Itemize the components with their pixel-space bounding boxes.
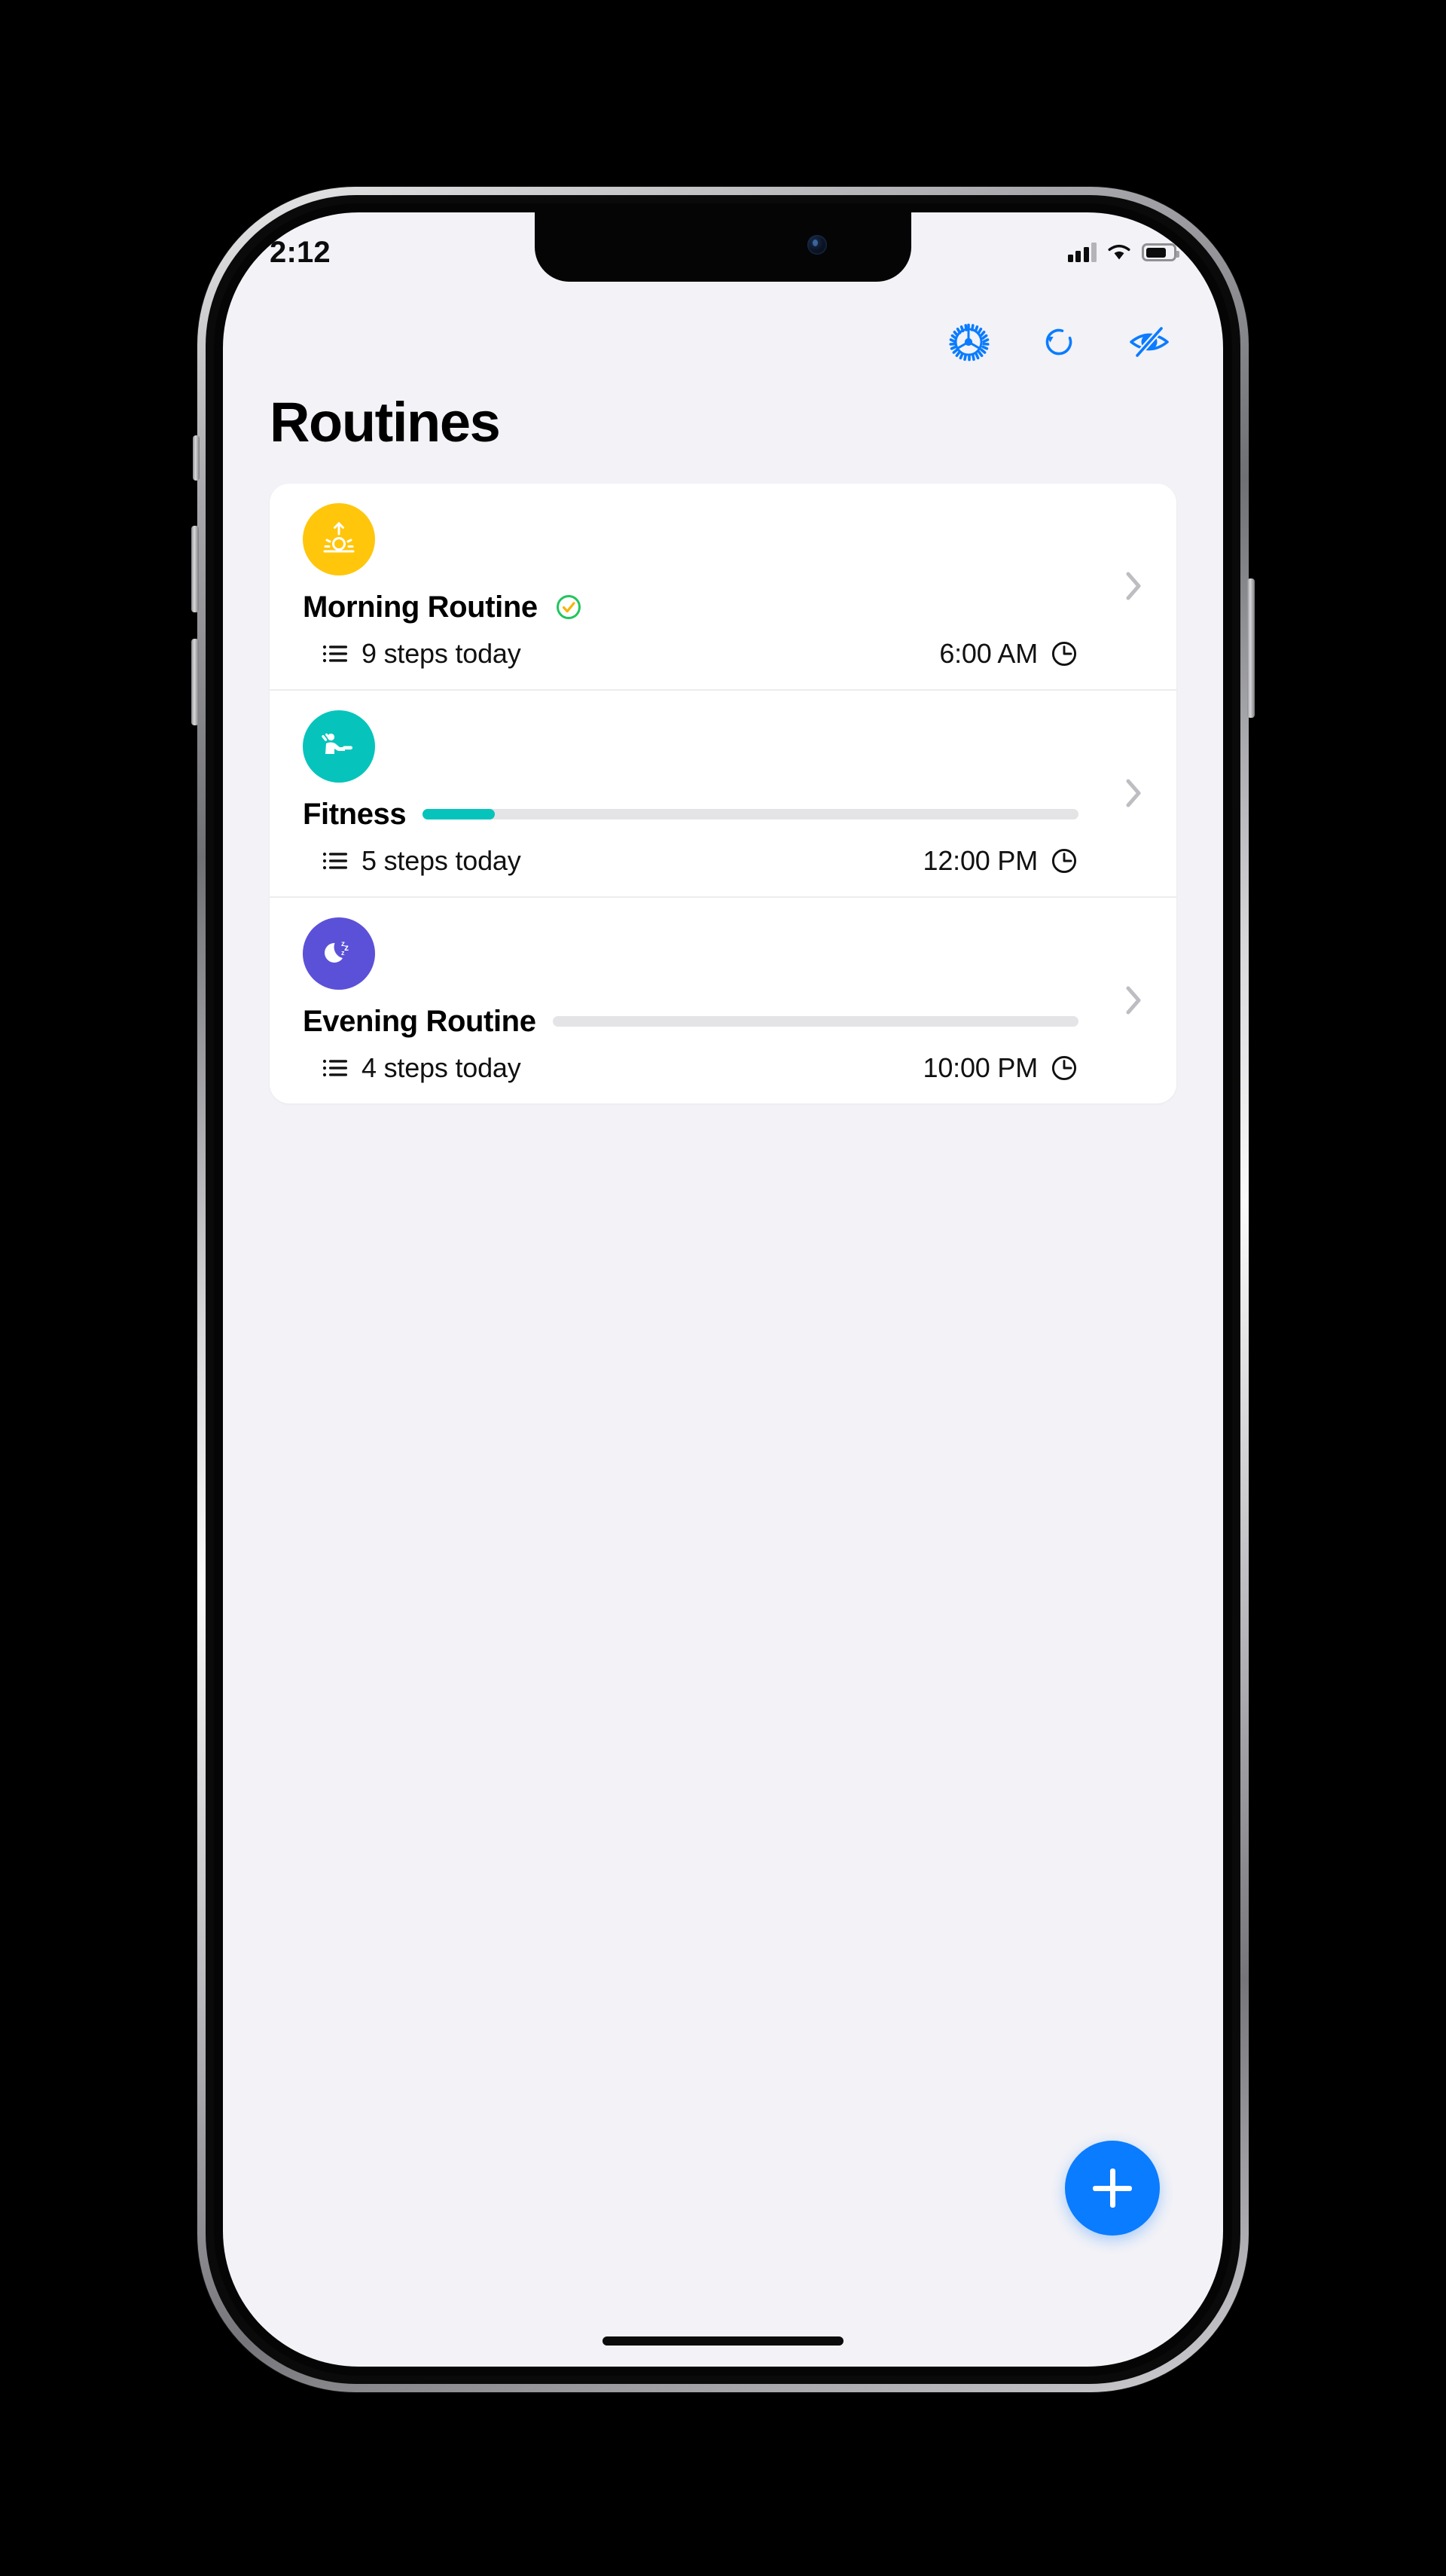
svg-text:z: z [341, 949, 345, 957]
routine-avatar [303, 710, 375, 783]
status-time: 2:12 [270, 235, 331, 269]
routine-name: Evening Routine [303, 1004, 536, 1038]
gear-icon [949, 323, 990, 362]
chevron-right-icon [1121, 981, 1146, 1020]
routine-title-line: Fitness [303, 798, 1143, 832]
routine-avatar [303, 502, 375, 575]
check-circle-icon [554, 593, 583, 621]
front-camera [807, 235, 827, 255]
clock-icon [1050, 1054, 1078, 1082]
wifi-icon [1108, 244, 1130, 260]
reset-circular-arrow-icon [1045, 328, 1072, 356]
routine-steps-label: 4 steps today [362, 1051, 521, 1083]
routine-row-morning[interactable]: Morning Routine 9 steps today 6:00 AM [270, 484, 1176, 689]
routine-title-line: Morning Routine [303, 591, 1143, 624]
routine-title-line: Evening Routine [303, 1005, 1143, 1039]
list-icon [322, 850, 348, 872]
routine-meta: 4 steps today 10:00 PM [303, 1052, 1143, 1084]
moon-zzz-icon: z z z [325, 940, 349, 963]
routine-time: 12:00 PM [923, 844, 1039, 876]
silent-switch[interactable] [193, 435, 200, 481]
routine-time: 6:00 AM [939, 637, 1038, 669]
routine-meta: 5 steps today 12:00 PM [303, 845, 1143, 877]
routine-progress-fill [423, 809, 496, 820]
routine-meta: 9 steps today 6:00 AM [303, 638, 1143, 670]
routine-name: Fitness [303, 797, 407, 831]
hide-button[interactable] [1125, 318, 1173, 366]
routines-list: Morning Routine 9 steps today 6:00 AM Fi… [270, 483, 1176, 1103]
routine-row-fitness[interactable]: Fitness 5 steps today 12:00 PM [270, 688, 1176, 896]
volume-up-button[interactable] [191, 526, 199, 612]
list-icon [322, 642, 348, 665]
routine-row-evening[interactable]: z z z Evening Routine 4 steps today 10:0… [270, 896, 1176, 1103]
routine-time-group: 6:00 AM [939, 638, 1078, 670]
power-button[interactable] [1247, 578, 1255, 718]
routine-steps: 4 steps today [322, 1052, 521, 1084]
add-routine-button[interactable] [1065, 2141, 1160, 2236]
routine-steps: 9 steps today [322, 638, 521, 670]
phone-screen: 2:12 Routines Morning Routine 9 steps to… [223, 212, 1223, 2367]
page-title: Routines [270, 391, 501, 453]
routine-steps-label: 9 steps today [362, 637, 521, 669]
list-icon [322, 1057, 348, 1079]
routine-time-group: 10:00 PM [923, 1052, 1079, 1084]
svg-text:z: z [344, 942, 349, 953]
plus-icon-vertical [1109, 2169, 1115, 2208]
routine-name: Morning Routine [303, 590, 538, 624]
sunrise-icon [323, 521, 355, 553]
routine-progress-bar [423, 809, 1078, 820]
clock-icon [1050, 639, 1078, 668]
eye-off-icon [1130, 325, 1169, 359]
app-content: Routines Morning Routine 9 steps today 6… [223, 212, 1223, 2367]
settings-button[interactable] [944, 318, 993, 366]
cellular-signal-icon [1067, 243, 1097, 262]
phone-device-frame: 2:12 Routines Morning Routine 9 steps to… [191, 187, 1255, 2392]
routine-steps-label: 5 steps today [362, 844, 521, 876]
clock-icon [1050, 847, 1078, 875]
reset-button[interactable] [1035, 318, 1083, 366]
notch [535, 212, 911, 282]
volume-down-button[interactable] [191, 639, 199, 725]
home-indicator[interactable] [602, 2336, 844, 2346]
top-toolbar [223, 282, 1223, 366]
routine-time-group: 12:00 PM [923, 845, 1079, 877]
weightlifter-icon [322, 733, 352, 754]
routine-progress-bar [552, 1016, 1078, 1027]
routine-avatar: z z z [303, 917, 375, 990]
routine-time: 10:00 PM [923, 1051, 1039, 1083]
battery-icon [1142, 243, 1179, 261]
routine-steps: 5 steps today [322, 845, 521, 877]
status-indicators [1067, 243, 1179, 262]
chevron-right-icon [1121, 774, 1146, 813]
chevron-right-icon [1121, 566, 1146, 606]
